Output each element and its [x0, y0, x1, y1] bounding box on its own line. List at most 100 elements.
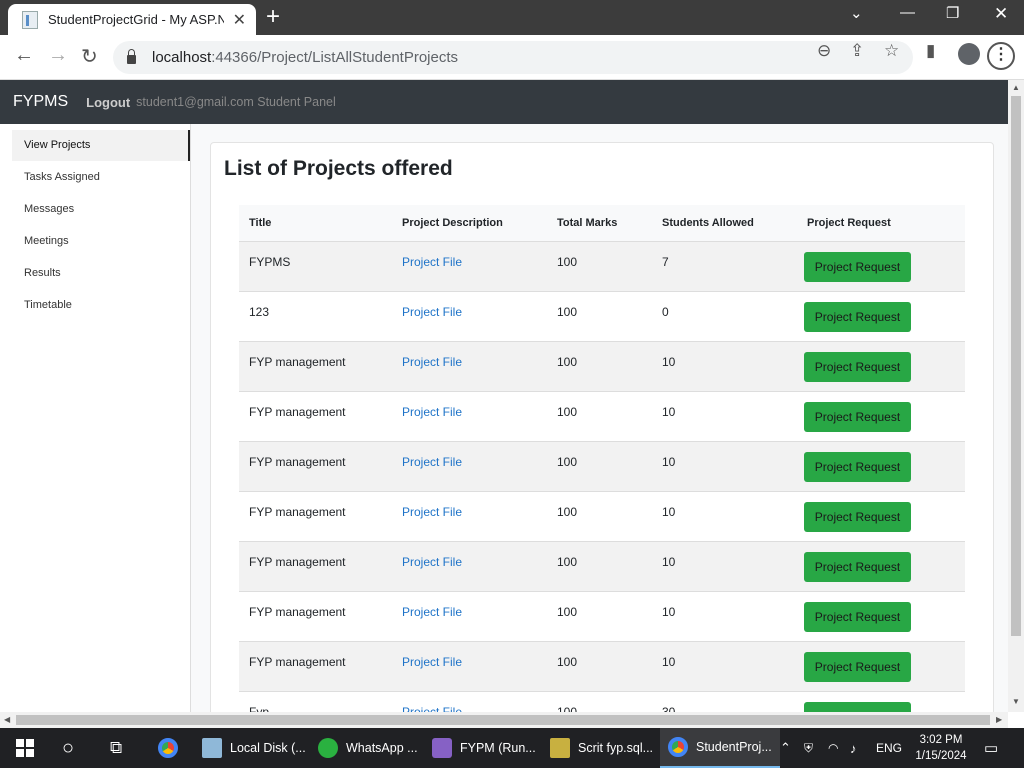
- lock-icon[interactable]: [127, 48, 136, 64]
- project-file-link[interactable]: Project File: [402, 305, 462, 319]
- sidebar-item-results[interactable]: Results: [12, 258, 190, 289]
- project-title: 123: [239, 291, 392, 342]
- project-file-link[interactable]: Project File: [402, 255, 462, 269]
- project-request-button[interactable]: Project Request: [804, 701, 911, 712]
- chrome-icon: [158, 738, 178, 758]
- taskbar-student-projects[interactable]: StudentProj...: [660, 728, 780, 768]
- table-row: FYP management Project File 100 10 Project R…: [239, 591, 965, 642]
- header-project-request: Project Request: [797, 205, 965, 242]
- table-row: FYP management Project File 100 10 Project R…: [239, 491, 965, 542]
- profile-avatar-icon[interactable]: [958, 43, 980, 65]
- project-request-button[interactable]: Project Request: [804, 451, 911, 482]
- tab-title: StudentProjectGrid - My ASP.NE: [48, 12, 224, 27]
- clock-date: 1/15/2024: [915, 750, 967, 762]
- project-file-link[interactable]: Project File: [402, 605, 462, 619]
- sidebar-item-tasks-assigned[interactable]: Tasks Assigned: [12, 162, 190, 193]
- tab-search-icon[interactable]: ⌄: [850, 4, 863, 22]
- taskbar-chrome[interactable]: [158, 728, 186, 768]
- task-view-icon[interactable]: ⧉: [110, 728, 122, 768]
- project-file-link[interactable]: Project File: [402, 505, 462, 519]
- notification-icon[interactable]: ▭: [984, 728, 998, 768]
- url-text: localhost:44366/Project/ListAllStudentPr…: [152, 49, 459, 66]
- forward-icon[interactable]: →: [48, 44, 68, 67]
- search-icon[interactable]: ○: [62, 728, 74, 768]
- vertical-scroll-thumb[interactable]: [1011, 96, 1021, 636]
- total-marks: 100: [547, 291, 652, 342]
- students-allowed: 7: [652, 241, 797, 292]
- scroll-right-icon[interactable]: ▶: [996, 715, 1002, 724]
- table-row: FYP management Project File 100 10 Project R…: [239, 391, 965, 442]
- browser-tab[interactable]: StudentProjectGrid - My ASP.NE ✕: [8, 4, 256, 35]
- project-request-cell: Project Request: [797, 541, 965, 592]
- start-button[interactable]: [16, 728, 34, 768]
- header-description: Project Description: [392, 205, 547, 242]
- total-marks: 100: [547, 641, 652, 692]
- project-request-cell: Project Request: [797, 491, 965, 542]
- close-window-icon[interactable]: ✕: [994, 4, 1008, 24]
- project-file-link[interactable]: Project File: [402, 655, 462, 669]
- taskbar-clock[interactable]: 3:02 PM 1/15/2024: [910, 732, 972, 764]
- project-file-link[interactable]: Project File: [402, 355, 462, 369]
- project-request-button[interactable]: Project Request: [804, 251, 911, 282]
- project-request-button[interactable]: Project Request: [804, 401, 911, 432]
- browser-menu-icon[interactable]: ⋮: [987, 42, 1015, 70]
- language-indicator[interactable]: ENG: [876, 728, 902, 768]
- project-request-button[interactable]: Project Request: [804, 301, 911, 332]
- reload-icon[interactable]: ↻: [81, 44, 98, 69]
- app-navbar: FYPMS Logout student1@gmail.com Student …: [0, 80, 1008, 124]
- close-tab-icon[interactable]: ✕: [233, 10, 246, 30]
- project-request-button[interactable]: Project Request: [804, 601, 911, 632]
- project-request-button[interactable]: Project Request: [804, 501, 911, 532]
- project-request-button[interactable]: Project Request: [804, 651, 911, 682]
- logout-link[interactable]: Logout: [86, 95, 130, 110]
- windows-logo-icon: [16, 739, 34, 757]
- brand-logo[interactable]: FYPMS: [13, 93, 68, 111]
- sidebar-item-timetable[interactable]: Timetable: [12, 290, 190, 321]
- horizontal-scroll-thumb[interactable]: [16, 715, 990, 725]
- table-row: 123 Project File 100 0 Project Request: [239, 291, 965, 342]
- horizontal-scrollbar[interactable]: ◀ ▶: [0, 712, 1008, 728]
- sidebar-item-messages[interactable]: Messages: [12, 194, 190, 225]
- project-request-button[interactable]: Project Request: [804, 351, 911, 382]
- sidebar-item-meetings[interactable]: Meetings: [12, 226, 190, 257]
- project-file-link[interactable]: Project File: [402, 455, 462, 469]
- total-marks: 100: [547, 691, 652, 712]
- share-icon[interactable]: ⇪: [850, 41, 864, 61]
- tray-app-icon[interactable]: ⛨: [804, 728, 813, 768]
- total-marks: 100: [547, 491, 652, 542]
- project-file-link[interactable]: Project File: [402, 555, 462, 569]
- minimize-icon[interactable]: —: [900, 4, 915, 21]
- project-description-cell: Project File: [392, 591, 547, 642]
- project-request-cell: Project Request: [797, 341, 965, 392]
- system-tray-chevron-icon[interactable]: ⌃: [780, 728, 791, 768]
- students-allowed: 10: [652, 541, 797, 592]
- project-file-link[interactable]: Project File: [402, 405, 462, 419]
- taskbar-visual-studio[interactable]: FYPM (Run...: [432, 728, 536, 768]
- project-title: FYP management: [239, 341, 392, 392]
- restore-icon[interactable]: ❐: [946, 4, 959, 22]
- clock-time: 3:02 PM: [919, 734, 963, 746]
- project-description-cell: Project File: [392, 641, 547, 692]
- zoom-icon[interactable]: ⊖: [817, 41, 831, 61]
- visual-studio-icon: [432, 738, 452, 758]
- scroll-up-icon[interactable]: ▲: [1012, 83, 1020, 92]
- project-request-cell: Project Request: [797, 591, 965, 642]
- project-request-button[interactable]: Project Request: [804, 551, 911, 582]
- vertical-scrollbar[interactable]: ▲ ▼: [1008, 80, 1024, 712]
- side-panel-icon[interactable]: ▮: [926, 41, 935, 61]
- new-tab-icon[interactable]: +: [266, 4, 280, 30]
- students-allowed: 10: [652, 441, 797, 492]
- wifi-icon[interactable]: ◠: [828, 728, 838, 768]
- address-bar[interactable]: localhost:44366/Project/ListAllStudentPr…: [113, 41, 913, 74]
- sidebar-item-view-projects[interactable]: View Projects: [12, 130, 190, 161]
- volume-icon[interactable]: ♪: [850, 728, 857, 768]
- project-request-cell: Project Request: [797, 441, 965, 492]
- project-file-link[interactable]: Project File: [402, 705, 462, 713]
- back-icon[interactable]: ←: [14, 44, 34, 67]
- taskbar-whatsapp[interactable]: WhatsApp ...: [318, 728, 418, 768]
- taskbar-local-disk[interactable]: Local Disk (...: [202, 728, 306, 768]
- scroll-down-icon[interactable]: ▼: [1012, 697, 1020, 706]
- taskbar-sql-script[interactable]: Scrit fyp.sql...: [550, 728, 653, 768]
- scroll-left-icon[interactable]: ◀: [4, 715, 10, 724]
- bookmark-star-icon[interactable]: ☆: [884, 41, 899, 61]
